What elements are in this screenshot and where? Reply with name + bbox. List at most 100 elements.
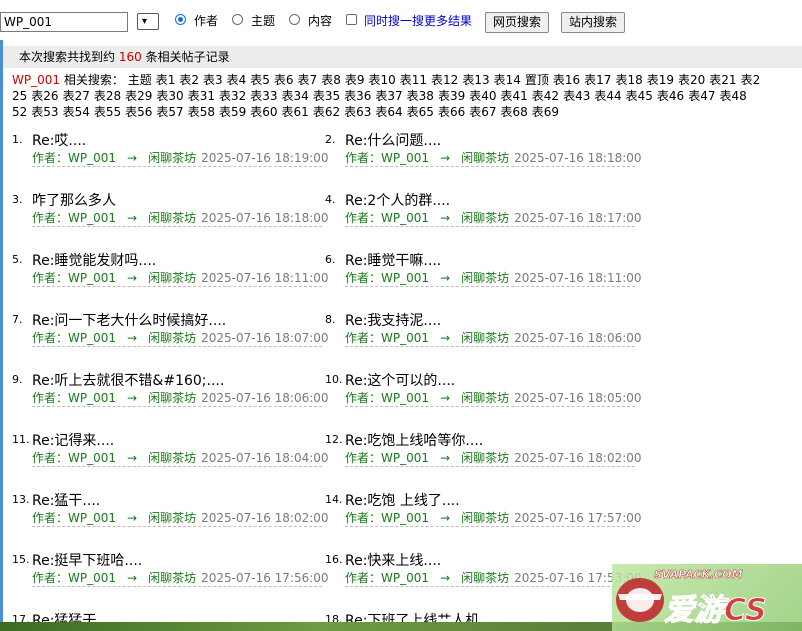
web-search-button[interactable]: 网页搜索 bbox=[485, 12, 549, 33]
related-link[interactable]: 表36 bbox=[344, 89, 371, 103]
author-link[interactable]: WP_001 bbox=[68, 571, 116, 585]
post-title-link[interactable]: 咋了那么多人 bbox=[32, 192, 116, 210]
related-keyword[interactable]: WP_001 bbox=[12, 73, 60, 87]
radio-author[interactable] bbox=[175, 14, 186, 25]
related-link[interactable]: 表69 bbox=[532, 105, 559, 119]
related-link[interactable]: 表4 bbox=[227, 73, 247, 87]
related-link[interactable]: 主题 bbox=[128, 73, 152, 87]
post-title-link[interactable]: Re:睡觉干嘛.... bbox=[345, 252, 441, 270]
related-link[interactable]: 表43 bbox=[563, 89, 590, 103]
search-type-select[interactable]: ▾ bbox=[137, 13, 159, 30]
related-link[interactable]: 表2 bbox=[179, 73, 199, 87]
related-link[interactable]: 表19 bbox=[647, 73, 674, 87]
author-link[interactable]: WP_001 bbox=[381, 151, 429, 165]
related-link[interactable]: 表56 bbox=[125, 105, 152, 119]
forum-link[interactable]: 闲聊茶坊 bbox=[461, 211, 509, 225]
related-link[interactable]: 表7 bbox=[298, 73, 318, 87]
related-link[interactable]: 表53 bbox=[31, 105, 58, 119]
forum-link[interactable]: 闲聊茶坊 bbox=[461, 271, 509, 285]
author-link[interactable]: WP_001 bbox=[381, 451, 429, 465]
post-title-link[interactable]: Re:听上去就很不错&#160;.... bbox=[32, 372, 224, 390]
related-link[interactable]: 表31 bbox=[188, 89, 215, 103]
author-link[interactable]: WP_001 bbox=[68, 391, 116, 405]
related-link[interactable]: 表59 bbox=[219, 105, 246, 119]
post-title-link[interactable]: Re:记得来.... bbox=[32, 432, 114, 450]
forum-link[interactable]: 闲聊茶坊 bbox=[461, 151, 509, 165]
related-link[interactable]: 表39 bbox=[438, 89, 465, 103]
related-link[interactable]: 表13 bbox=[462, 73, 489, 87]
forum-link[interactable]: 闲聊茶坊 bbox=[148, 571, 196, 585]
related-link[interactable]: 表65 bbox=[407, 105, 434, 119]
author-link[interactable]: WP_001 bbox=[381, 211, 429, 225]
related-link[interactable]: 置顶 bbox=[525, 73, 549, 87]
related-link[interactable]: 52 bbox=[12, 105, 27, 119]
forum-link[interactable]: 闲聊茶坊 bbox=[148, 391, 196, 405]
related-link[interactable]: 表37 bbox=[375, 89, 402, 103]
related-link[interactable]: 表54 bbox=[63, 105, 90, 119]
related-link[interactable]: 表14 bbox=[494, 73, 521, 87]
related-link[interactable]: 表18 bbox=[615, 73, 642, 87]
post-title-link[interactable]: Re:猛干.... bbox=[32, 492, 100, 510]
related-link[interactable]: 表62 bbox=[313, 105, 340, 119]
related-link[interactable]: 表33 bbox=[250, 89, 277, 103]
author-link[interactable]: WP_001 bbox=[68, 271, 116, 285]
related-link[interactable]: 25 bbox=[12, 89, 27, 103]
related-link[interactable]: 表68 bbox=[501, 105, 528, 119]
related-link[interactable]: 表9 bbox=[345, 73, 365, 87]
post-title-link[interactable]: Re:吃饱上线哈等你.... bbox=[345, 432, 483, 450]
author-link[interactable]: WP_001 bbox=[381, 331, 429, 345]
related-link[interactable]: 表28 bbox=[94, 89, 121, 103]
related-link[interactable]: 表41 bbox=[501, 89, 528, 103]
search-input[interactable] bbox=[0, 12, 128, 32]
related-link[interactable]: 表2 bbox=[741, 73, 761, 87]
forum-link[interactable]: 闲聊茶坊 bbox=[461, 571, 509, 585]
author-link[interactable]: WP_001 bbox=[381, 571, 429, 585]
forum-link[interactable]: 闲聊茶坊 bbox=[148, 331, 196, 345]
related-link[interactable]: 表34 bbox=[282, 89, 309, 103]
related-link[interactable]: 表48 bbox=[719, 89, 746, 103]
related-link[interactable]: 表10 bbox=[368, 73, 395, 87]
author-link[interactable]: WP_001 bbox=[381, 271, 429, 285]
related-link[interactable]: 表8 bbox=[321, 73, 341, 87]
author-link[interactable]: WP_001 bbox=[68, 211, 116, 225]
related-link[interactable]: 表30 bbox=[156, 89, 183, 103]
related-link[interactable]: 表11 bbox=[400, 73, 427, 87]
related-link[interactable]: 表38 bbox=[407, 89, 434, 103]
post-title-link[interactable]: Re:什么问题.... bbox=[345, 132, 441, 150]
related-link[interactable]: 表57 bbox=[156, 105, 183, 119]
related-link[interactable]: 表26 bbox=[31, 89, 58, 103]
related-link[interactable]: 表55 bbox=[94, 105, 121, 119]
related-link[interactable]: 表47 bbox=[688, 89, 715, 103]
related-link[interactable]: 表20 bbox=[678, 73, 705, 87]
related-link[interactable]: 表40 bbox=[469, 89, 496, 103]
related-link[interactable]: 表61 bbox=[282, 105, 309, 119]
related-link[interactable]: 表46 bbox=[657, 89, 684, 103]
post-title-link[interactable]: Re:吃饱 上线了.... bbox=[345, 492, 460, 510]
post-title-link[interactable]: Re:快来上线.... bbox=[345, 552, 441, 570]
related-link[interactable]: 表3 bbox=[203, 73, 223, 87]
related-link[interactable]: 表6 bbox=[274, 73, 294, 87]
related-link[interactable]: 表67 bbox=[469, 105, 496, 119]
author-link[interactable]: WP_001 bbox=[68, 331, 116, 345]
post-title-link[interactable]: Re:挺早下班哈.... bbox=[32, 552, 142, 570]
related-link[interactable]: 表17 bbox=[584, 73, 611, 87]
more-results-label[interactable]: 同时搜一搜更多结果 bbox=[364, 14, 472, 28]
radio-content[interactable] bbox=[289, 14, 300, 25]
forum-link[interactable]: 闲聊茶坊 bbox=[461, 391, 509, 405]
forum-link[interactable]: 闲聊茶坊 bbox=[148, 211, 196, 225]
forum-link[interactable]: 闲聊茶坊 bbox=[148, 271, 196, 285]
related-link[interactable]: 表44 bbox=[594, 89, 621, 103]
related-link[interactable]: 表27 bbox=[63, 89, 90, 103]
forum-link[interactable]: 闲聊茶坊 bbox=[461, 511, 509, 525]
author-link[interactable]: WP_001 bbox=[68, 451, 116, 465]
related-link[interactable]: 表42 bbox=[532, 89, 559, 103]
forum-link[interactable]: 闲聊茶坊 bbox=[461, 331, 509, 345]
forum-link[interactable]: 闲聊茶坊 bbox=[148, 151, 196, 165]
related-link[interactable]: 表21 bbox=[709, 73, 736, 87]
post-title-link[interactable]: Re:问一下老大什么时候搞好.... bbox=[32, 312, 226, 330]
author-link[interactable]: WP_001 bbox=[381, 511, 429, 525]
related-link[interactable]: 表5 bbox=[250, 73, 270, 87]
author-link[interactable]: WP_001 bbox=[68, 511, 116, 525]
forum-link[interactable]: 闲聊茶坊 bbox=[148, 511, 196, 525]
post-title-link[interactable]: Re:2个人的群.... bbox=[345, 192, 450, 210]
